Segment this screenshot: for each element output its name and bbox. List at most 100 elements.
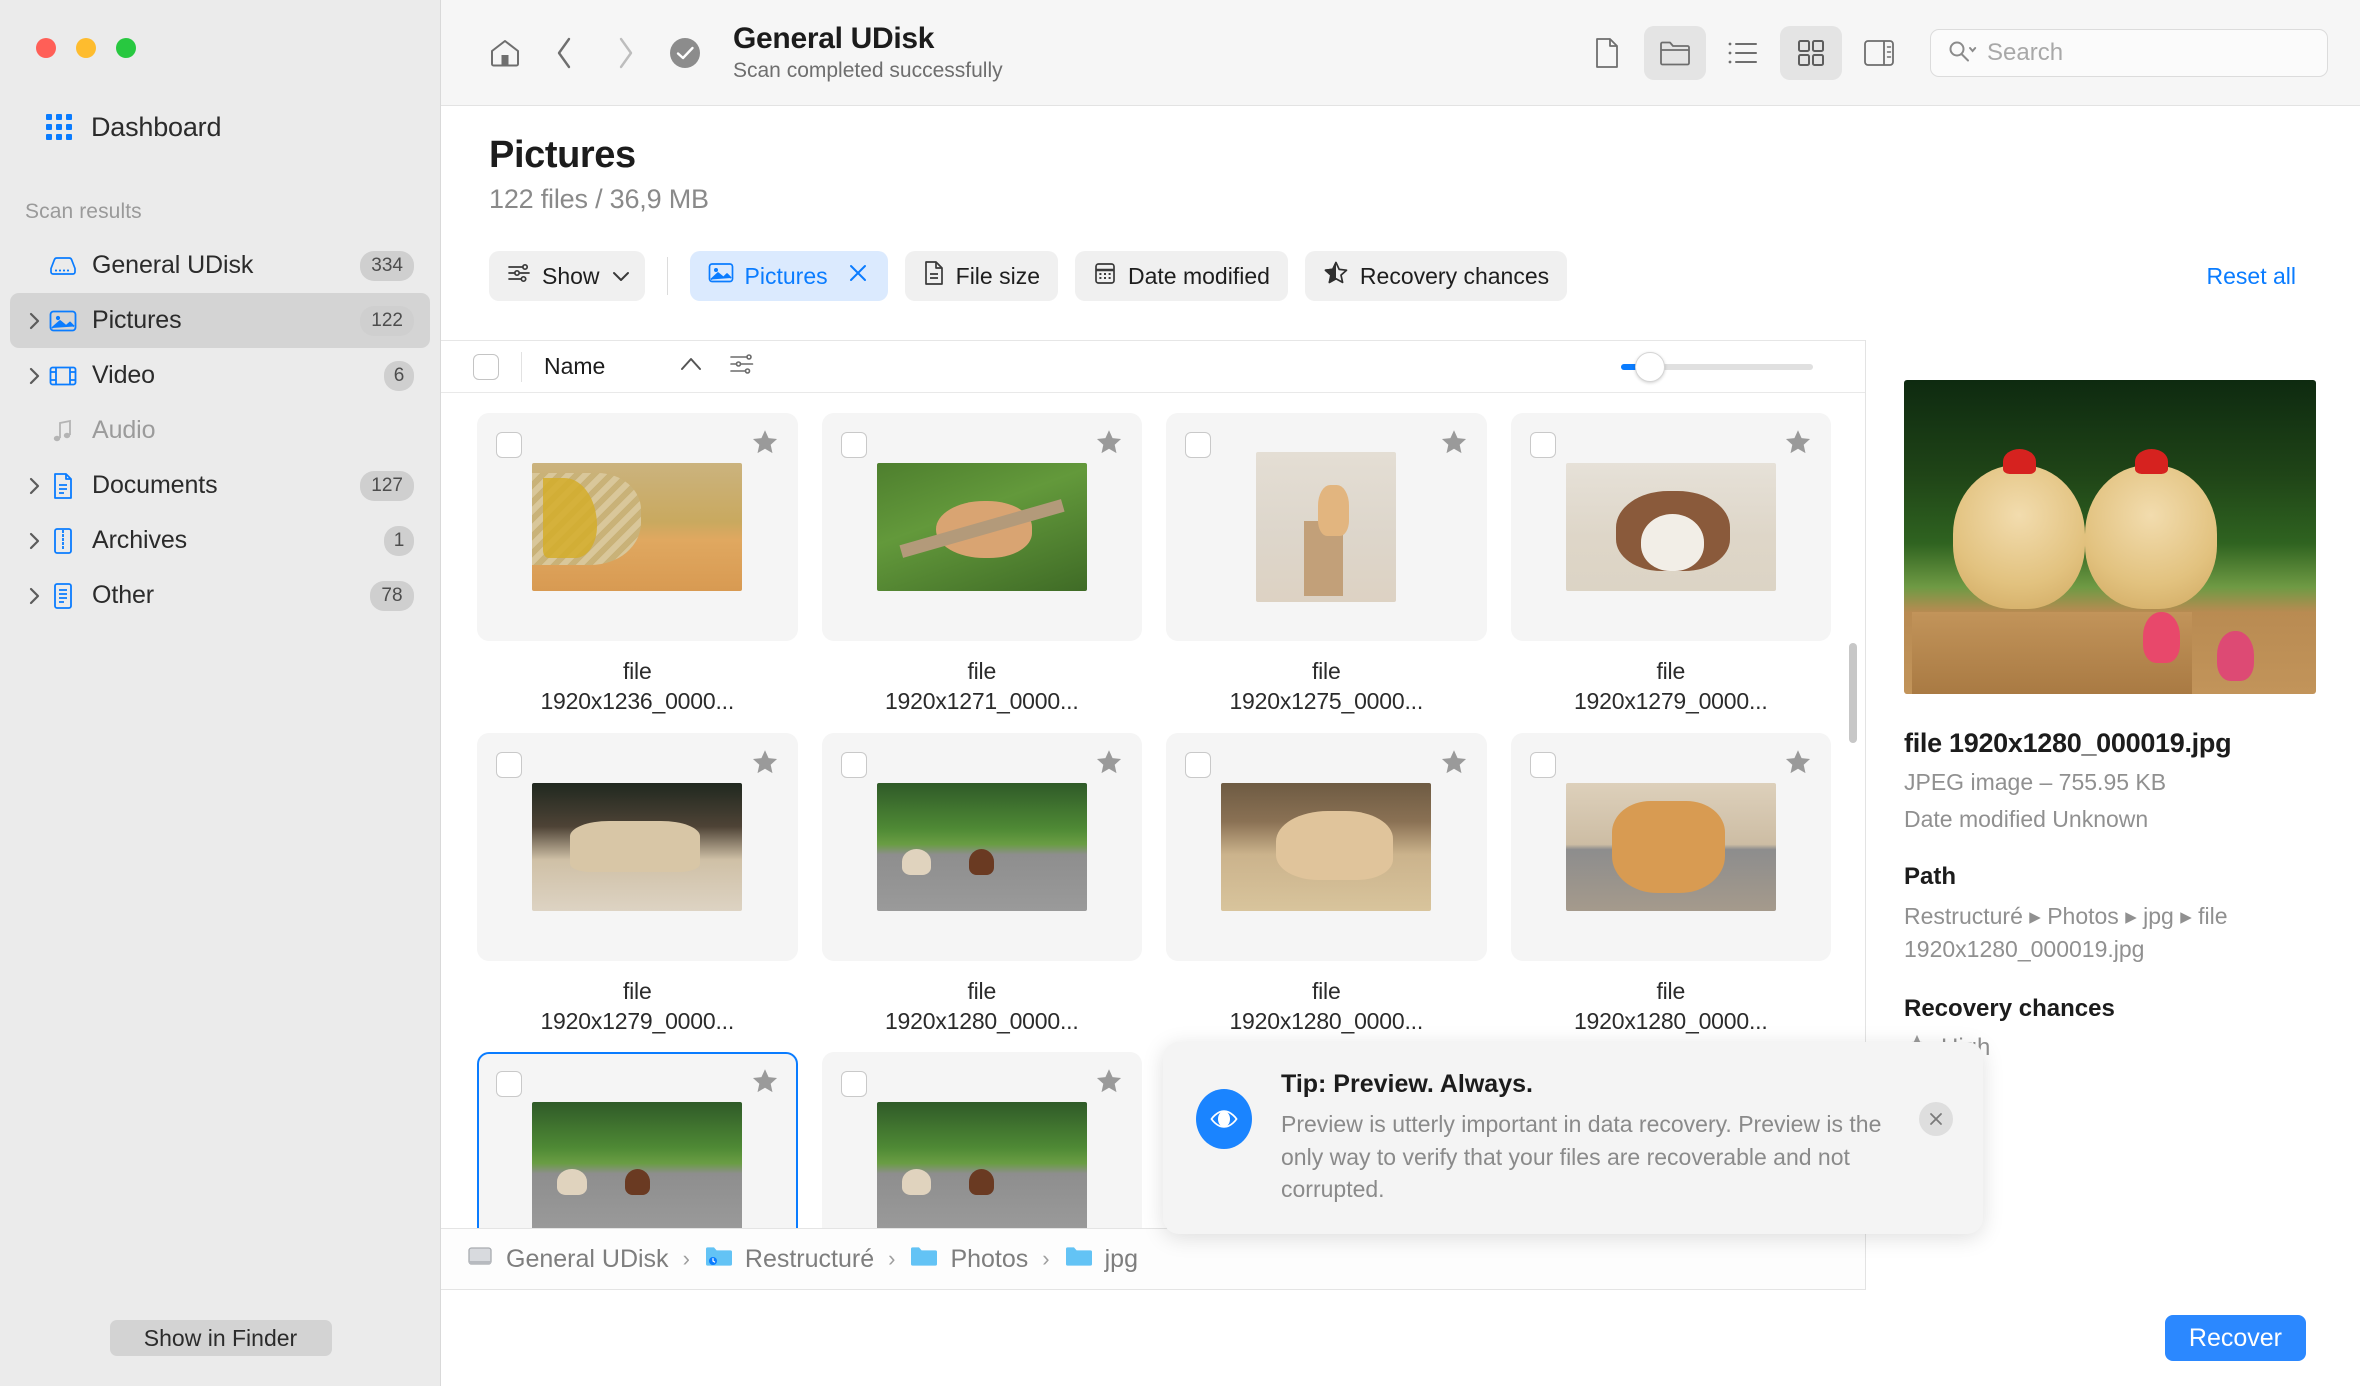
chevron-right-icon[interactable] (595, 23, 655, 83)
sidebar-item-other[interactable]: Other 78 (10, 568, 430, 623)
sidebar-item-general-udisk[interactable]: General UDisk 334 (10, 238, 430, 293)
breadcrumb-separator: › (888, 1246, 895, 1272)
list-view-icon[interactable] (1712, 26, 1774, 80)
star-filled-icon[interactable] (1783, 748, 1813, 782)
reset-all-button[interactable]: Reset all (2207, 263, 2296, 290)
file-tile[interactable]: file1920x1271_0000... (822, 413, 1143, 733)
breadcrumb: General UDisk › Restructuré › (441, 1228, 1865, 1290)
file-view-icon[interactable] (1576, 26, 1638, 80)
file-checkbox[interactable] (841, 432, 867, 458)
folder-clock-icon (704, 1243, 734, 1276)
filter-chip-pictures[interactable]: Pictures (690, 251, 888, 301)
chevron-right-icon[interactable] (24, 367, 46, 385)
star-filled-icon[interactable] (750, 428, 780, 462)
file-checkbox[interactable] (1185, 432, 1211, 458)
filter-chip-file-size[interactable]: File size (905, 251, 1058, 301)
star-filled-icon[interactable] (1094, 428, 1124, 462)
breadcrumb-item-restructure[interactable]: Restructuré (704, 1243, 874, 1276)
file-tile[interactable]: file1920x1280_0000... (1166, 733, 1487, 1053)
chevron-right-icon[interactable] (24, 532, 46, 550)
file-tile[interactable]: file1920x1275_0000... (1166, 413, 1487, 733)
column-header-name[interactable]: Name (544, 353, 605, 380)
chevron-right-icon[interactable] (24, 587, 46, 605)
file-tile-card[interactable] (1166, 733, 1487, 961)
sidebar-toggle-icon[interactable] (1848, 26, 1910, 80)
file-tile-card[interactable] (1511, 733, 1832, 961)
close-window-button[interactable] (36, 38, 56, 58)
thumbnail-size-slider[interactable] (1621, 356, 1813, 378)
show-filter-dropdown[interactable]: Show (489, 251, 645, 301)
sliders-icon (507, 262, 531, 290)
file-tile-card[interactable] (822, 733, 1143, 961)
star-filled-icon[interactable] (1439, 748, 1469, 782)
show-in-finder-button[interactable]: Show in Finder (110, 1320, 332, 1356)
file-tile-card[interactable] (1166, 413, 1487, 641)
folder-view-icon[interactable] (1644, 26, 1706, 80)
home-icon[interactable] (475, 23, 535, 83)
main-area: General UDisk Scan completed successfull… (441, 0, 2360, 1386)
zoom-window-button[interactable] (116, 38, 136, 58)
pictures-icon (46, 309, 80, 333)
sidebar-item-dashboard[interactable]: Dashboard (46, 107, 221, 147)
file-tile[interactable]: file1920x1280_0000... (822, 733, 1143, 1053)
folder-icon (909, 1243, 939, 1276)
file-checkbox[interactable] (496, 1071, 522, 1097)
file-tile[interactable]: file1920x1279_0000... (1511, 413, 1832, 733)
file-tile[interactable]: file1920x1280_0000... (1511, 733, 1832, 1053)
file-tile-name: file1920x1279_0000... (477, 976, 798, 1037)
file-tile-name: file1920x1271_0000... (822, 656, 1143, 717)
file-tile[interactable]: file1920x1236_0000... (477, 413, 798, 733)
file-checkbox[interactable] (496, 752, 522, 778)
toolbar-title: General UDisk (733, 22, 1003, 56)
file-tile[interactable]: file1920x1279_0000... (477, 733, 798, 1053)
file-checkbox[interactable] (841, 752, 867, 778)
file-tile-name: file1920x1280_0000... (1166, 976, 1487, 1037)
sidebar-label-documents: Documents (92, 471, 360, 500)
minimize-window-button[interactable] (76, 38, 96, 58)
star-filled-icon[interactable] (750, 748, 780, 782)
breadcrumb-item-photos[interactable]: Photos (909, 1243, 1028, 1276)
disk-icon (465, 1243, 495, 1276)
file-tile-name: file1920x1279_0000... (1511, 656, 1832, 717)
star-filled-icon[interactable] (1094, 748, 1124, 782)
breadcrumb-item-general-udisk[interactable]: General UDisk (465, 1243, 669, 1276)
chevron-right-icon[interactable] (24, 477, 46, 495)
filter-chip-recovery-chances[interactable]: Recovery chances (1305, 251, 1567, 301)
chevron-right-icon[interactable] (24, 312, 46, 330)
file-checkbox[interactable] (496, 432, 522, 458)
file-thumbnail (877, 463, 1087, 591)
star-filled-icon[interactable] (750, 1067, 780, 1101)
file-tile-card[interactable] (1511, 413, 1832, 641)
file-checkbox[interactable] (1185, 752, 1211, 778)
star-filled-icon[interactable] (1439, 428, 1469, 462)
file-checkbox[interactable] (1530, 432, 1556, 458)
sidebar-item-audio[interactable]: Audio (10, 403, 430, 458)
sidebar-item-video[interactable]: Video 6 (10, 348, 430, 403)
recover-button[interactable]: Recover (2165, 1315, 2306, 1361)
slider-knob[interactable] (1635, 352, 1665, 382)
column-options-icon[interactable] (729, 352, 755, 381)
sidebar-section-label: Scan results (25, 200, 142, 224)
sort-ascending-icon[interactable] (679, 356, 703, 377)
sidebar-item-documents[interactable]: Documents 127 (10, 458, 430, 513)
file-tile-card[interactable] (822, 413, 1143, 641)
file-checkbox[interactable] (841, 1071, 867, 1097)
filter-chip-date-modified[interactable]: Date modified (1075, 251, 1288, 301)
close-icon[interactable] (1919, 1102, 1953, 1136)
chevron-left-icon[interactable] (535, 23, 595, 83)
select-all-checkbox[interactable] (473, 354, 499, 380)
file-tile-card[interactable] (477, 413, 798, 641)
file-tile-name: file1920x1280_0000... (822, 976, 1143, 1037)
sidebar-item-archives[interactable]: Archives 1 (10, 513, 430, 568)
search-input[interactable]: Search (1930, 29, 2328, 77)
star-filled-icon[interactable] (1783, 428, 1813, 462)
file-tile-card[interactable] (477, 733, 798, 961)
grid-view-icon[interactable] (1780, 26, 1842, 80)
file-thumbnail (1566, 783, 1776, 911)
star-filled-icon[interactable] (1094, 1067, 1124, 1101)
vertical-scrollbar[interactable] (1849, 643, 1857, 743)
sidebar-item-pictures[interactable]: Pictures 122 (10, 293, 430, 348)
file-checkbox[interactable] (1530, 752, 1556, 778)
remove-filter-icon[interactable] (846, 261, 870, 291)
breadcrumb-item-jpg[interactable]: jpg (1064, 1243, 1138, 1276)
